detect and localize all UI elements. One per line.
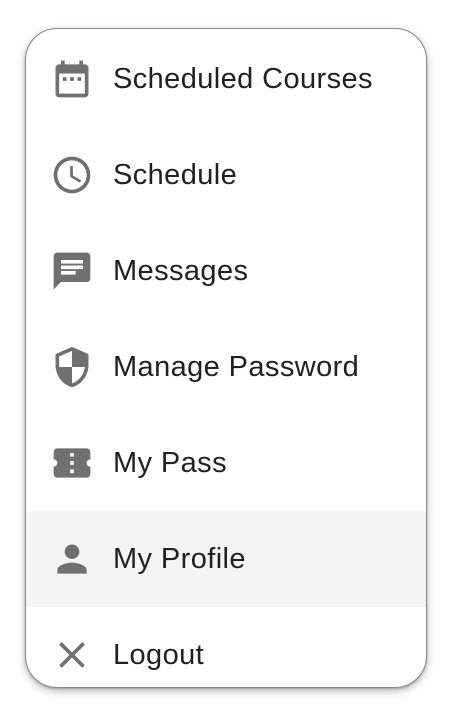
menu-item-my-pass[interactable]: My Pass	[26, 415, 426, 511]
menu-item-label: Messages	[113, 254, 249, 287]
menu-item-scheduled-courses[interactable]: Scheduled Courses	[26, 31, 426, 127]
ticket-icon	[50, 441, 94, 485]
shield-icon	[50, 345, 94, 389]
menu-item-label: Logout	[113, 638, 205, 671]
menu-item-label: My Profile	[113, 542, 246, 575]
close-icon	[50, 633, 94, 677]
menu-item-label: My Pass	[113, 446, 227, 479]
menu-item-messages[interactable]: Messages	[26, 223, 426, 319]
message-icon	[50, 249, 94, 293]
navigation-menu: Scheduled Courses Schedule Messages Mana…	[25, 28, 427, 688]
menu-item-label: Scheduled Courses	[113, 62, 373, 95]
person-icon	[50, 537, 94, 581]
menu-item-manage-password[interactable]: Manage Password	[26, 319, 426, 415]
menu-item-logout[interactable]: Logout	[26, 607, 426, 687]
calendar-icon	[50, 57, 94, 101]
menu-item-label: Manage Password	[113, 350, 360, 383]
clock-icon	[50, 153, 94, 197]
menu-item-label: Schedule	[113, 158, 238, 191]
menu-item-my-profile[interactable]: My Profile	[26, 511, 426, 607]
menu-item-schedule[interactable]: Schedule	[26, 127, 426, 223]
menu-list: Scheduled Courses Schedule Messages Mana…	[26, 31, 426, 687]
